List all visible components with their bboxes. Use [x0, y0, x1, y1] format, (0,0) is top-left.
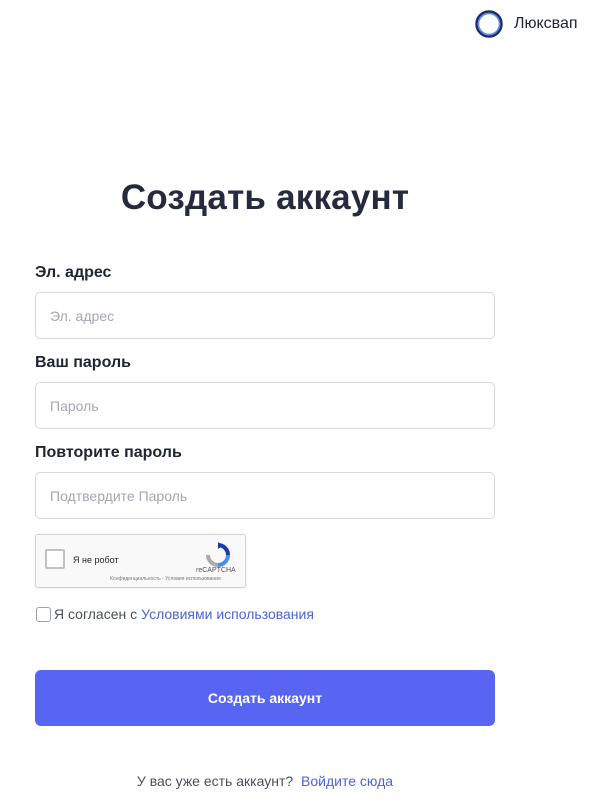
page-title: Создать аккаунт — [120, 178, 410, 217]
terms-checkbox[interactable] — [36, 606, 51, 622]
login-link[interactable]: Войдите сюда — [301, 773, 393, 789]
brand-logo-icon — [475, 10, 503, 38]
password-input[interactable] — [35, 382, 495, 429]
signup-page: Люксвап Создать аккаунт Эл. адрес Ваш па… — [0, 0, 603, 809]
password-confirm-label: Повторите пароль — [35, 444, 182, 461]
brand-name: Люксвап — [514, 15, 578, 32]
email-input[interactable] — [35, 292, 495, 339]
terms-text: Я согласен с — [54, 606, 138, 622]
create-account-button[interactable]: Создать аккаунт — [35, 670, 495, 726]
terms-link[interactable]: Условиями использования — [141, 606, 314, 622]
password-label: Ваш пароль — [35, 354, 131, 371]
password-confirm-input[interactable] — [35, 472, 495, 519]
login-text: У вас уже есть аккаунт? — [136, 773, 294, 789]
recaptcha-links[interactable]: Конфиденциальность - Условия использован… — [110, 576, 221, 582]
login-prompt: У вас уже есть аккаунт? Войдите сюда — [0, 773, 530, 789]
terms-row: Я согласен с Условиями использования — [36, 606, 314, 622]
brand[interactable]: Люксвап — [474, 9, 578, 39]
recaptcha-widget: Я не робот reCAPTCHA Конфиденциальность … — [35, 534, 246, 588]
recaptcha-label: Я не робот — [73, 555, 119, 565]
recaptcha-checkbox[interactable] — [45, 549, 65, 569]
email-label: Эл. адрес — [35, 264, 112, 281]
recaptcha-logo-icon — [206, 542, 230, 567]
recaptcha-brand: reCAPTCHA — [196, 567, 236, 574]
